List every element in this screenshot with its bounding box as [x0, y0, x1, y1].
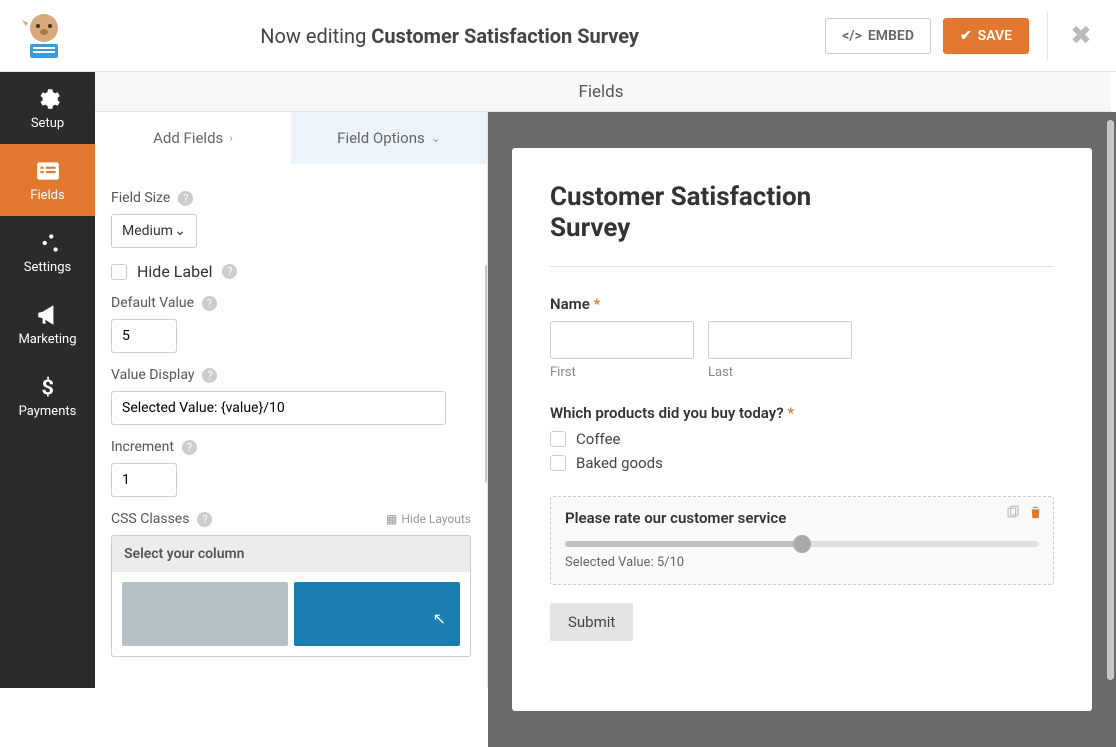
help-icon[interactable]: ? — [202, 368, 217, 383]
last-name-input[interactable] — [708, 321, 852, 359]
nav-settings[interactable]: Settings — [0, 216, 95, 288]
divider — [1047, 12, 1048, 60]
increment-label: Increment? — [111, 439, 471, 455]
product-baked-checkbox[interactable] — [550, 455, 566, 471]
first-name-input[interactable] — [550, 321, 694, 359]
save-button[interactable]: ✔ SAVE — [943, 18, 1029, 54]
nav-fields[interactable]: Fields — [0, 144, 95, 216]
css-classes-label: CSS Classes? — [111, 511, 212, 527]
help-icon[interactable]: ? — [182, 440, 197, 455]
hide-label-text: Hide Label — [137, 262, 212, 281]
close-icon[interactable]: ✖ — [1066, 21, 1096, 51]
right-scrollbar[interactable] — [1107, 120, 1114, 680]
field-size-label: Field Size? — [111, 190, 471, 206]
tab-add-fields[interactable]: Add Fields› — [95, 112, 291, 164]
chevron-right-icon: › — [229, 131, 233, 145]
trash-icon[interactable] — [1028, 505, 1043, 520]
sliders-icon — [35, 230, 61, 256]
form-title: Customer Satisfaction Survey — [550, 182, 850, 244]
value-display-label: Value Display? — [111, 367, 471, 383]
help-icon[interactable]: ? — [178, 191, 193, 206]
name-field-label: Name * — [550, 295, 1054, 313]
hide-label-checkbox[interactable] — [111, 264, 127, 280]
duplicate-icon[interactable] — [1005, 505, 1020, 520]
nav-payments[interactable]: $ Payments — [0, 360, 95, 432]
nav-marketing[interactable]: Marketing — [0, 288, 95, 360]
tab-field-options[interactable]: Field Options⌄ — [291, 112, 487, 164]
form-preview: Customer Satisfaction Survey Name * Firs… — [512, 148, 1092, 711]
megaphone-icon — [35, 302, 61, 328]
grid-icon: ▦ — [386, 512, 397, 526]
chevron-down-icon: ⌄ — [174, 223, 186, 239]
field-size-select[interactable]: Medium⌄ — [111, 214, 197, 248]
column-picker-title: Select your column — [112, 536, 470, 572]
product-coffee-checkbox[interactable] — [550, 431, 566, 447]
default-value-input[interactable] — [111, 319, 177, 353]
last-sublabel: Last — [708, 365, 852, 380]
help-icon[interactable]: ? — [222, 264, 237, 279]
first-sublabel: First — [550, 365, 694, 380]
value-display-input[interactable] — [111, 391, 446, 425]
svg-text:$: $ — [41, 375, 53, 399]
fields-section-header: Fields — [95, 72, 1107, 112]
dollar-icon: $ — [35, 374, 61, 400]
chevron-down-icon: ⌄ — [431, 131, 441, 145]
hide-layouts-toggle[interactable]: ▦Hide Layouts — [386, 512, 471, 526]
column-option-2[interactable] — [294, 582, 460, 646]
column-option-1[interactable] — [122, 582, 288, 646]
slider-value-text: Selected Value: 5/10 — [565, 555, 1039, 570]
help-icon[interactable]: ? — [202, 296, 217, 311]
nav-setup[interactable]: Setup — [0, 72, 95, 144]
gear-icon — [35, 86, 61, 112]
divider — [550, 266, 1054, 267]
increment-input[interactable] — [111, 463, 177, 497]
column-picker: Select your column — [111, 535, 471, 657]
embed-button[interactable]: </> EMBED — [825, 18, 931, 54]
scrollbar-thumb[interactable] — [485, 264, 487, 484]
default-value-label: Default Value? — [111, 295, 471, 311]
submit-button[interactable]: Submit — [550, 603, 633, 641]
form-icon — [35, 158, 61, 184]
slider-label: Please rate our customer service — [565, 509, 1039, 527]
help-icon[interactable]: ? — [197, 512, 212, 527]
app-logo — [14, 8, 74, 63]
slider-track[interactable] — [565, 541, 1039, 547]
slider-thumb[interactable] — [793, 535, 811, 553]
code-icon: </> — [842, 28, 862, 44]
page-title: Now editing Customer Satisfaction Survey — [74, 24, 825, 48]
slider-field-selected[interactable]: Please rate our customer service Selecte… — [550, 496, 1054, 585]
side-nav: Setup Fields Settings Marketing $ Paymen… — [0, 72, 95, 688]
products-field-label: Which products did you buy today? * — [550, 404, 1054, 422]
check-icon: ✔ — [960, 28, 972, 44]
